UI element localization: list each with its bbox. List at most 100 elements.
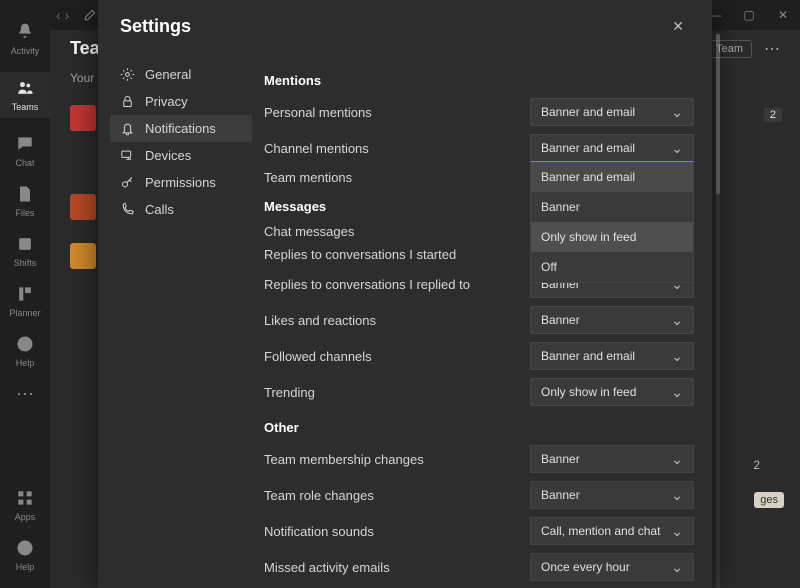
dropdown-option[interactable]: Off [531, 252, 693, 282]
nav-permissions[interactable]: Permissions [110, 169, 252, 196]
personal-mentions-dropdown[interactable]: Banner and email ⌄ [530, 98, 694, 126]
dropdown-value: Banner and email [541, 105, 635, 119]
bell-icon [15, 22, 35, 42]
nav-notifications[interactable]: Notifications [110, 115, 252, 142]
window-close[interactable]: ✕ [766, 0, 800, 30]
rail-planner[interactable]: Planner [0, 284, 50, 318]
nav-calls-label: Calls [145, 202, 174, 217]
files-icon [15, 184, 35, 204]
team-mentions-label: Team mentions [264, 170, 530, 185]
nav-permissions-label: Permissions [145, 175, 216, 190]
missed-dropdown[interactable]: Once every hour ⌄ [530, 553, 694, 581]
dropdown-value: Once every hour [541, 560, 630, 574]
rail-teams[interactable]: Teams [0, 72, 50, 118]
shifts-icon [15, 234, 35, 254]
trending-label: Trending [264, 385, 530, 400]
sounds-dropdown[interactable]: Call, mention and chat ⌄ [530, 517, 694, 545]
lock-icon [120, 94, 135, 109]
role-dropdown[interactable]: Banner ⌄ [530, 481, 694, 509]
settings-title: Settings [120, 16, 191, 37]
dropdown-value: Banner [541, 313, 580, 327]
rail-help-top[interactable]: Help [0, 334, 50, 368]
nav-notifications-label: Notifications [145, 121, 216, 136]
modal-scrollbar-thumb[interactable] [716, 34, 720, 194]
rail-more-icon[interactable]: ⋯ [16, 384, 34, 405]
team-name-truncated: Tea [70, 38, 100, 59]
nav-forward[interactable]: › [65, 7, 70, 23]
likes-reactions-label: Likes and reactions [264, 313, 530, 328]
devices-icon [120, 148, 135, 163]
settings-nav: General Privacy Notifications Devices Pe… [98, 51, 258, 588]
bell-icon [120, 121, 135, 136]
right-count-2: 2 [753, 458, 760, 472]
settings-modal: Settings ✕ General Privacy Notifications… [98, 0, 712, 588]
phone-icon [120, 202, 135, 217]
chevron-down-icon: ⌄ [671, 312, 683, 329]
planner-icon [15, 284, 35, 304]
right-count-1: 2 [764, 108, 782, 122]
apps-icon [15, 488, 35, 508]
team-membership-label: Team membership changes [264, 452, 530, 467]
section-other-title: Other [264, 420, 694, 435]
dropdown-option[interactable]: Banner and email [531, 162, 693, 192]
channel-mentions-label: Channel mentions [264, 141, 530, 156]
followed-channels-label: Followed channels [264, 349, 530, 364]
rail-apps[interactable]: Apps [0, 488, 50, 522]
settings-content: Mentions Personal mentions Banner and em… [258, 51, 712, 588]
rail-files[interactable]: Files [0, 184, 50, 218]
close-button[interactable]: ✕ [666, 12, 690, 41]
trending-dropdown[interactable]: Only show in feed ⌄ [530, 378, 694, 406]
membership-dropdown[interactable]: Banner ⌄ [530, 445, 694, 473]
replies-to-label: Replies to conversations I replied to [264, 277, 530, 292]
team-badge[interactable]: Team [707, 40, 752, 58]
nav-back[interactable]: ‹ [56, 7, 61, 23]
key-icon [120, 175, 135, 190]
dropdown-value: Banner and email [541, 141, 635, 155]
nav-general[interactable]: General [110, 61, 252, 88]
dropdown-value: Banner [541, 488, 580, 502]
channel-mentions-menu: Banner and email Banner Only show in fee… [530, 161, 694, 283]
dropdown-option[interactable]: Only show in feed [531, 222, 693, 252]
teams-icon [15, 78, 35, 98]
chevron-down-icon: ⌄ [671, 384, 683, 401]
chevron-down-icon: ⌄ [671, 523, 683, 540]
team-more-icon[interactable]: ⋯ [764, 39, 780, 59]
nav-devices[interactable]: Devices [110, 142, 252, 169]
ages-tag[interactable]: ges [754, 492, 784, 508]
compose-icon[interactable] [83, 8, 97, 22]
chat-messages-label: Chat messages [264, 224, 530, 239]
dropdown-value: Only show in feed [541, 385, 636, 399]
rail-shifts[interactable]: Shifts [0, 234, 50, 268]
missed-emails-label: Missed activity emails [264, 560, 530, 575]
gear-icon [120, 67, 135, 82]
user-avatar-2[interactable] [70, 194, 96, 220]
chevron-down-icon: ⌄ [671, 487, 683, 504]
user-avatar-1[interactable] [70, 105, 96, 131]
nav-privacy[interactable]: Privacy [110, 88, 252, 115]
rail-chat[interactable]: Chat [0, 134, 50, 168]
channel-mentions-dropdown[interactable]: Banner and email ⌄ Banner and email Bann… [530, 134, 694, 162]
followed-dropdown[interactable]: Banner and email ⌄ [530, 342, 694, 370]
rail-help[interactable]: Help [0, 538, 50, 572]
rail-activity[interactable]: Activity [0, 22, 50, 56]
dropdown-option[interactable]: Banner [531, 192, 693, 222]
chevron-down-icon: ⌄ [671, 140, 683, 157]
window-maximize[interactable]: ▢ [732, 0, 766, 30]
section-mentions-title: Mentions [264, 73, 694, 88]
dropdown-value: Banner [541, 452, 580, 466]
help-icon [15, 538, 35, 558]
chevron-down-icon: ⌄ [671, 104, 683, 121]
replies-started-label: Replies to conversations I started [264, 247, 530, 262]
chevron-down-icon: ⌄ [671, 348, 683, 365]
chevron-down-icon: ⌄ [671, 559, 683, 576]
likes-dropdown[interactable]: Banner ⌄ [530, 306, 694, 334]
chevron-down-icon: ⌄ [671, 451, 683, 468]
user-avatar-3[interactable] [70, 243, 96, 269]
help-circle-icon [15, 334, 35, 354]
notification-sounds-label: Notification sounds [264, 524, 530, 539]
team-role-label: Team role changes [264, 488, 530, 503]
nav-calls[interactable]: Calls [110, 196, 252, 223]
dropdown-value: Call, mention and chat [541, 524, 660, 538]
nav-privacy-label: Privacy [145, 94, 188, 109]
dropdown-value: Banner and email [541, 349, 635, 363]
